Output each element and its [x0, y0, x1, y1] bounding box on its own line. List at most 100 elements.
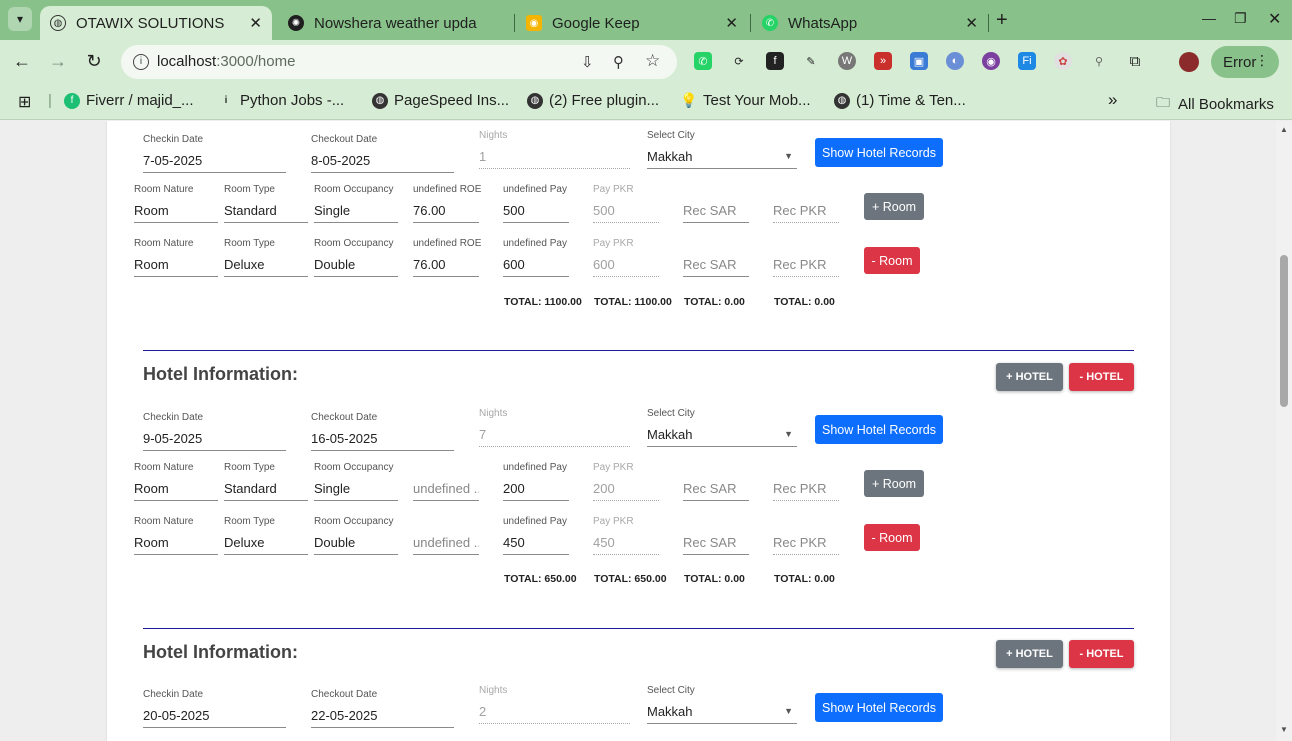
profile-avatar[interactable] [1179, 52, 1199, 72]
add-hotel-button[interactable]: + HOTEL [996, 640, 1063, 668]
profile-error-button[interactable]: Error ⋮ [1211, 46, 1279, 78]
browser-tab-bar: ▾ ◍ OTAWIX SOLUTIONS ✕ ✺ Nowshera weathe… [0, 0, 1292, 40]
show-hotel-records-button[interactable]: Show Hotel Records [815, 415, 943, 444]
restore-icon[interactable]: ❐ [1234, 10, 1247, 27]
install-app-icon[interactable]: ⇩ [581, 53, 594, 71]
fx-extension-icon[interactable]: f [766, 52, 784, 70]
total-pay: TOTAL: 650.00 [504, 573, 577, 585]
whatsapp-extension-icon[interactable]: ✆ [694, 52, 712, 70]
all-bookmarks-label: All Bookmarks [1178, 95, 1274, 113]
all-bookmarks-button[interactable]: 🗀 All Bookmarks [1156, 92, 1274, 116]
minimize-icon[interactable]: — [1202, 10, 1216, 26]
section-divider [143, 628, 1134, 629]
tab-nowshera-weather[interactable]: ✺ Nowshera weather upda [278, 6, 510, 40]
globe-icon: ◍ [834, 92, 850, 109]
reload-icon[interactable]: ↻ [83, 51, 105, 72]
remove-hotel-button[interactable]: - HOTEL [1069, 640, 1134, 668]
tab-otawix[interactable]: ◍ OTAWIX SOLUTIONS ✕ [40, 6, 272, 40]
forward-icon[interactable]: → [47, 51, 69, 72]
bookmark-fiverr[interactable]: f Fiverr / majid_... [64, 92, 194, 109]
total-rec-sar: TOTAL: 0.00 [684, 296, 745, 308]
add-room-button[interactable]: + Room [864, 470, 924, 497]
total-rec-pkr: TOTAL: 0.00 [774, 573, 835, 585]
scrollbar-thumb[interactable] [1280, 255, 1288, 407]
dropdown-arrow-icon: ▼ [784, 151, 793, 161]
total-pay: TOTAL: 1100.00 [504, 296, 582, 308]
fast-forward-extension-icon[interactable]: » [874, 52, 892, 70]
bookmark-label: Python Jobs -... [240, 92, 345, 109]
keep-icon: ◉ [526, 15, 542, 31]
total-pay-pkr: TOTAL: 1100.00 [594, 296, 672, 308]
back-icon[interactable]: ← [11, 51, 33, 72]
bookmark-label: Fiverr / majid_... [86, 92, 194, 109]
tab-title: Google Keep [552, 14, 640, 32]
extensions-puzzle-icon[interactable]: ⧉ [1126, 52, 1144, 70]
total-rec-sar: TOTAL: 0.00 [684, 573, 745, 585]
search-extension-icon[interactable]: ⚲ [1090, 52, 1108, 70]
total-rec-pkr: TOTAL: 0.00 [774, 296, 835, 308]
page-scrollbar[interactable]: ▲ ▼ [1276, 121, 1292, 741]
bookmark-pagespeed[interactable]: ◍ PageSpeed Ins... [372, 92, 509, 109]
sync-extension-icon[interactable]: ⟳ [730, 52, 748, 70]
bookmark-python-jobs[interactable]: i Python Jobs -... [218, 92, 345, 109]
show-hotel-records-button[interactable]: Show Hotel Records [815, 693, 943, 722]
globe-icon: ◍ [50, 15, 66, 31]
more-menu-icon[interactable]: ⋮ [1255, 52, 1269, 69]
tab-title: WhatsApp [788, 14, 858, 32]
scroll-up-icon[interactable]: ▲ [1280, 125, 1288, 134]
dropdown-arrow-icon: ▼ [784, 706, 793, 716]
bookmark-label: (1) Time & Ten... [856, 92, 966, 109]
info-icon: i [224, 95, 228, 106]
page-viewport: Checkin Date 7-05-2025 Checkout Date 8-05-… [0, 121, 1292, 741]
color-extension-icon[interactable]: ◉ [982, 52, 1000, 70]
tab-divider [988, 14, 989, 32]
close-icon[interactable]: ✕ [725, 14, 738, 32]
close-icon[interactable]: ✕ [965, 14, 978, 32]
tab-search-icon[interactable]: ▾ [8, 7, 32, 31]
bookmarks-bar: ⊞ | f Fiverr / majid_... i Python Jobs -… [0, 84, 1292, 120]
bookmark-free-plugin[interactable]: ◍ (2) Free plugin... [527, 92, 659, 109]
fiverr-icon: f [64, 92, 80, 109]
more-bookmarks-icon[interactable]: » [1108, 90, 1117, 110]
bookmarks-divider: | [48, 92, 52, 109]
address-bar[interactable]: i localhost:3000/home ⇩ ⚲ ☆ [121, 45, 677, 79]
url-text: localhost:3000/home [157, 53, 296, 70]
site-info-icon[interactable]: i [133, 54, 149, 70]
close-window-icon[interactable]: ✕ [1268, 9, 1281, 29]
bookmark-time-ten[interactable]: ◍ (1) Time & Ten... [834, 92, 966, 109]
eyedropper-extension-icon[interactable]: ✎ [802, 52, 820, 70]
remove-room-button[interactable]: - Room [864, 524, 920, 551]
folder-icon: 🗀 [1156, 94, 1170, 110]
add-hotel-button[interactable]: + HOTEL [996, 363, 1063, 391]
new-tab-icon[interactable]: + [996, 9, 1008, 32]
bookmark-label: PageSpeed Ins... [394, 92, 510, 109]
bookmark-test-mobile[interactable]: 💡 Test Your Mob... [680, 92, 810, 109]
screen-extension-icon[interactable]: ▣ [910, 52, 928, 70]
profile-error-label: Error [1223, 53, 1257, 71]
remove-room-button[interactable]: - Room [864, 247, 920, 274]
remove-hotel-button[interactable]: - HOTEL [1069, 363, 1134, 391]
apps-grid-icon[interactable]: ⊞ [18, 92, 31, 112]
scroll-down-icon[interactable]: ▼ [1280, 725, 1288, 734]
add-room-button[interactable]: + Room [864, 193, 924, 220]
wordpress-extension-icon[interactable]: W [838, 52, 856, 70]
tab-divider [750, 14, 751, 32]
flower-extension-icon[interactable]: ✿ [1054, 52, 1072, 70]
whatsapp-icon: ✆ [762, 15, 778, 31]
tab-title: OTAWIX SOLUTIONS [76, 14, 225, 32]
tab-whatsapp[interactable]: ✆ WhatsApp ✕ [752, 6, 988, 40]
openai-icon: ✺ [288, 15, 304, 31]
globe-icon: ◍ [527, 92, 543, 109]
show-hotel-records-button[interactable]: Show Hotel Records [815, 138, 943, 167]
globe-icon: ◍ [372, 92, 388, 109]
tab-google-keep[interactable]: ◉ Google Keep ✕ [516, 6, 748, 40]
hotel-info-heading: Hotel Information: [143, 364, 298, 384]
close-icon[interactable]: ✕ [249, 14, 262, 32]
bookmark-star-icon[interactable]: ☆ [645, 51, 660, 71]
hotel-info-heading: Hotel Information: [143, 642, 298, 662]
fi-extension-icon[interactable]: Fi [1018, 52, 1036, 70]
wappalyzer-extension-icon[interactable]: ◐ [946, 52, 964, 70]
tab-divider [514, 14, 515, 32]
tab-title: Nowshera weather upda [314, 14, 477, 32]
zoom-icon[interactable]: ⚲ [613, 53, 624, 71]
